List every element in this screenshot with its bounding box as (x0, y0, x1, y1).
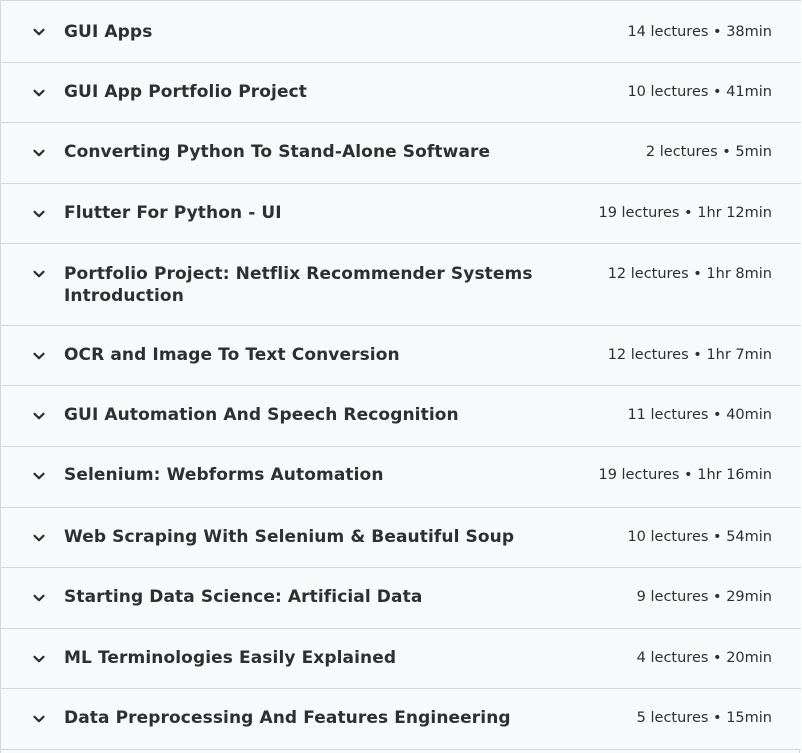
section-meta: 5 lectures • 15min (636, 710, 772, 726)
section-gui-app-portfolio-project[interactable]: GUI App Portfolio Project 10 lectures • … (1, 63, 801, 123)
section-meta: 11 lectures • 40min (627, 407, 772, 423)
section-flutter-for-python[interactable]: Flutter For Python - UI 19 lectures • 1h… (1, 184, 801, 244)
section-title: ML Terminologies Easily Explained (64, 648, 397, 668)
section-meta: 4 lectures • 20min (636, 650, 772, 666)
chevron-down-icon (30, 467, 48, 485)
section-meta: 2 lectures • 5min (645, 144, 772, 160)
course-curriculum: GUI Apps 14 lectures • 38min GUI App Por… (0, 0, 801, 753)
section-meta: 19 lectures • 1hr 12min (598, 205, 772, 221)
chevron-down-icon (30, 144, 48, 162)
chevron-down-icon (30, 347, 48, 365)
section-data-preprocessing[interactable]: Data Preprocessing And Features Engineer… (1, 689, 801, 750)
section-starting-data-science[interactable]: Starting Data Science: Artificial Data 9… (1, 568, 801, 629)
section-title: Converting Python To Stand-Alone Softwar… (64, 142, 491, 162)
section-title: GUI Automation And Speech Recognition (64, 405, 459, 425)
section-ocr[interactable]: OCR and Image To Text Conversion 12 lect… (1, 326, 801, 386)
section-meta: 10 lectures • 41min (627, 84, 772, 100)
chevron-down-icon (30, 407, 48, 425)
section-title: GUI Apps (64, 22, 153, 42)
section-converting-python[interactable]: Converting Python To Stand-Alone Softwar… (1, 123, 801, 184)
section-title: Data Preprocessing And Features Engineer… (64, 708, 511, 728)
chevron-down-icon (30, 23, 48, 41)
section-gui-automation[interactable]: GUI Automation And Speech Recognition 11… (1, 386, 801, 447)
section-title: Flutter For Python - UI (64, 203, 282, 223)
section-meta: 10 lectures • 54min (627, 529, 772, 545)
section-gui-apps[interactable]: GUI Apps 14 lectures • 38min (1, 0, 801, 63)
chevron-down-icon (30, 265, 48, 283)
section-meta: 9 lectures • 29min (636, 589, 772, 605)
chevron-down-icon (30, 589, 48, 607)
chevron-down-icon (30, 650, 48, 668)
section-title: Web Scraping With Selenium & Beautiful S… (64, 527, 515, 547)
section-meta: 12 lectures • 1hr 7min (607, 347, 772, 363)
section-web-scraping[interactable]: Web Scraping With Selenium & Beautiful S… (1, 508, 801, 568)
section-selenium-webforms[interactable]: Selenium: Webforms Automation 19 lecture… (1, 447, 801, 508)
section-title: OCR and Image To Text Conversion (64, 345, 400, 365)
section-title: GUI App Portfolio Project (64, 82, 307, 102)
section-netflix-recommender[interactable]: Portfolio Project: Netflix Recommender S… (1, 244, 801, 326)
section-meta: 14 lectures • 38min (627, 24, 772, 40)
section-title: Starting Data Science: Artificial Data (64, 587, 423, 607)
chevron-down-icon (30, 205, 48, 223)
section-ml-terminologies[interactable]: ML Terminologies Easily Explained 4 lect… (1, 629, 801, 689)
section-title: Portfolio Project: Netflix Recommender S… (64, 264, 533, 306)
chevron-down-icon (30, 710, 48, 728)
chevron-down-icon (30, 84, 48, 102)
section-meta: 12 lectures • 1hr 8min (607, 266, 772, 282)
chevron-down-icon (30, 529, 48, 547)
section-title: Selenium: Webforms Automation (64, 465, 384, 485)
section-meta: 19 lectures • 1hr 16min (598, 467, 772, 483)
